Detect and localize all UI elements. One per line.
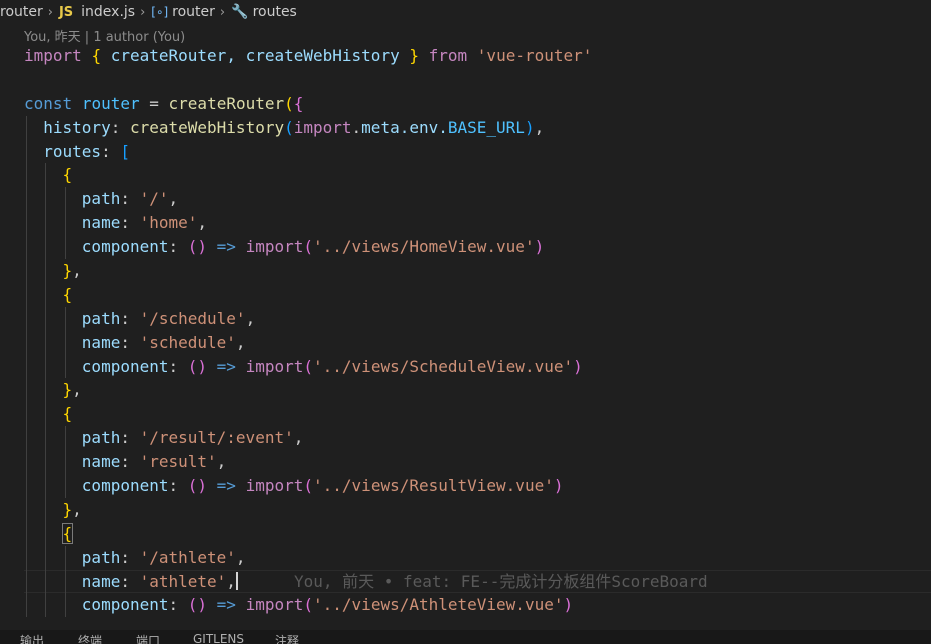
codelens-authors[interactable]: You, 昨天 | 1 author (You) xyxy=(24,26,185,45)
code-line-7: path: '/', xyxy=(0,187,931,212)
code-line-24: component: () => import('../views/Athlet… xyxy=(0,593,931,618)
token-property: history xyxy=(43,117,111,137)
code-line-23-current: name: 'athlete', You, 前天 • feat: FE--完成计分… xyxy=(0,569,931,594)
route-name: 'result' xyxy=(139,452,217,472)
breadcrumb: router › JS index.js › [∘] router › 🔧 ro… xyxy=(0,0,931,24)
token-keyword: import xyxy=(293,117,352,137)
code-line-13: name: 'schedule', xyxy=(0,330,931,355)
code-line-10: }, xyxy=(0,259,931,283)
code-line-5: routes: [ xyxy=(0,139,931,164)
route-name: 'athlete' xyxy=(139,571,227,591)
code-line-12: path: '/schedule', xyxy=(0,306,931,331)
text-cursor xyxy=(235,571,238,590)
token-keyword: from xyxy=(428,46,468,65)
route-component: '../views/HomeView.vue' xyxy=(313,237,535,257)
panel-tab-bar: 输出 终端 端口 GITLENS 注释 xyxy=(0,630,931,644)
code-line-3: const router = createRouter({ xyxy=(24,93,304,113)
token-function: createWebHistory xyxy=(129,117,285,137)
code-line-14: component: () => import('../views/Schedu… xyxy=(0,354,931,379)
gitlens-inline-blame[interactable]: You, 前天 • feat: FE--完成计分板组件ScoreBoard xyxy=(294,572,708,591)
breadcrumb-routes-label: routes xyxy=(252,4,297,20)
breadcrumb-file[interactable]: JS index.js xyxy=(59,4,135,20)
code-line-4: history: createWebHistory(import.meta.en… xyxy=(0,115,931,140)
tab-comments[interactable]: 注释 xyxy=(275,632,299,644)
code-line-20: }, xyxy=(0,497,931,522)
route-component: '../views/ScheduleView.vue' xyxy=(313,356,574,376)
javascript-file-icon: JS xyxy=(58,4,74,20)
code-line-21: { xyxy=(0,521,931,546)
route-path: '/schedule' xyxy=(139,308,246,328)
code-editor[interactable]: import { createRouter, createWebHistory … xyxy=(0,44,931,618)
code-line-18: name: 'result', xyxy=(0,450,931,475)
route-component: '../views/ResultView.vue' xyxy=(313,476,554,496)
route-name: 'home' xyxy=(139,213,198,233)
code-line-22: path: '/athlete', xyxy=(0,545,931,570)
code-line-6: { xyxy=(0,163,931,188)
route-path: '/athlete' xyxy=(139,547,236,567)
breadcrumb-folder-label: router xyxy=(0,4,43,20)
matched-bracket: { xyxy=(61,522,74,544)
token-variable: router xyxy=(81,93,140,113)
code-line-16: { xyxy=(0,402,931,427)
chevron-right-icon: › xyxy=(219,4,226,20)
token-property: routes xyxy=(43,141,102,161)
breadcrumb-symbol-routes[interactable]: 🔧 routes xyxy=(231,4,297,20)
code-line-1: import { createRouter, createWebHistory … xyxy=(24,46,593,65)
variable-symbol-icon: [∘] xyxy=(151,5,169,19)
route-path: '/result/:event' xyxy=(139,428,294,448)
route-component: '../views/AthleteView.vue' xyxy=(313,595,564,615)
code-line-17: path: '/result/:event', xyxy=(0,426,931,451)
tab-output[interactable]: 输出 xyxy=(20,632,44,644)
token-constant: BASE_URL xyxy=(447,117,525,137)
code-line-8: name: 'home', xyxy=(0,211,931,236)
code-line-19: component: () => import('../views/Result… xyxy=(0,474,931,498)
code-line-15: }, xyxy=(0,378,931,403)
tab-ports[interactable]: 端口 xyxy=(136,632,160,644)
token-keyword: const xyxy=(24,93,73,113)
token-property: meta.env. xyxy=(361,117,448,137)
route-path: '/' xyxy=(139,189,169,209)
token-function: createRouter xyxy=(168,93,285,113)
route-name: 'schedule' xyxy=(139,332,236,352)
property-wrench-icon: 🔧 xyxy=(231,4,249,20)
breadcrumb-folder[interactable]: router xyxy=(0,4,43,20)
code-line-11: { xyxy=(0,282,931,307)
breadcrumb-file-label: index.js xyxy=(81,4,136,20)
token-import-names: createRouter, createWebHistory xyxy=(110,46,400,65)
chevron-right-icon: › xyxy=(140,4,146,20)
tab-gitlens[interactable]: GITLENS xyxy=(193,632,244,644)
token-keyword: import xyxy=(24,46,82,65)
breadcrumb-symbol-router[interactable]: [∘] router xyxy=(151,4,215,20)
tab-terminal[interactable]: 终端 xyxy=(78,632,102,644)
token-string: 'vue-router' xyxy=(476,46,593,65)
chevron-right-icon: › xyxy=(47,4,53,20)
code-line-9: component: () => import('../views/HomeVi… xyxy=(0,235,931,260)
breadcrumb-symbol-label: router xyxy=(172,4,215,20)
